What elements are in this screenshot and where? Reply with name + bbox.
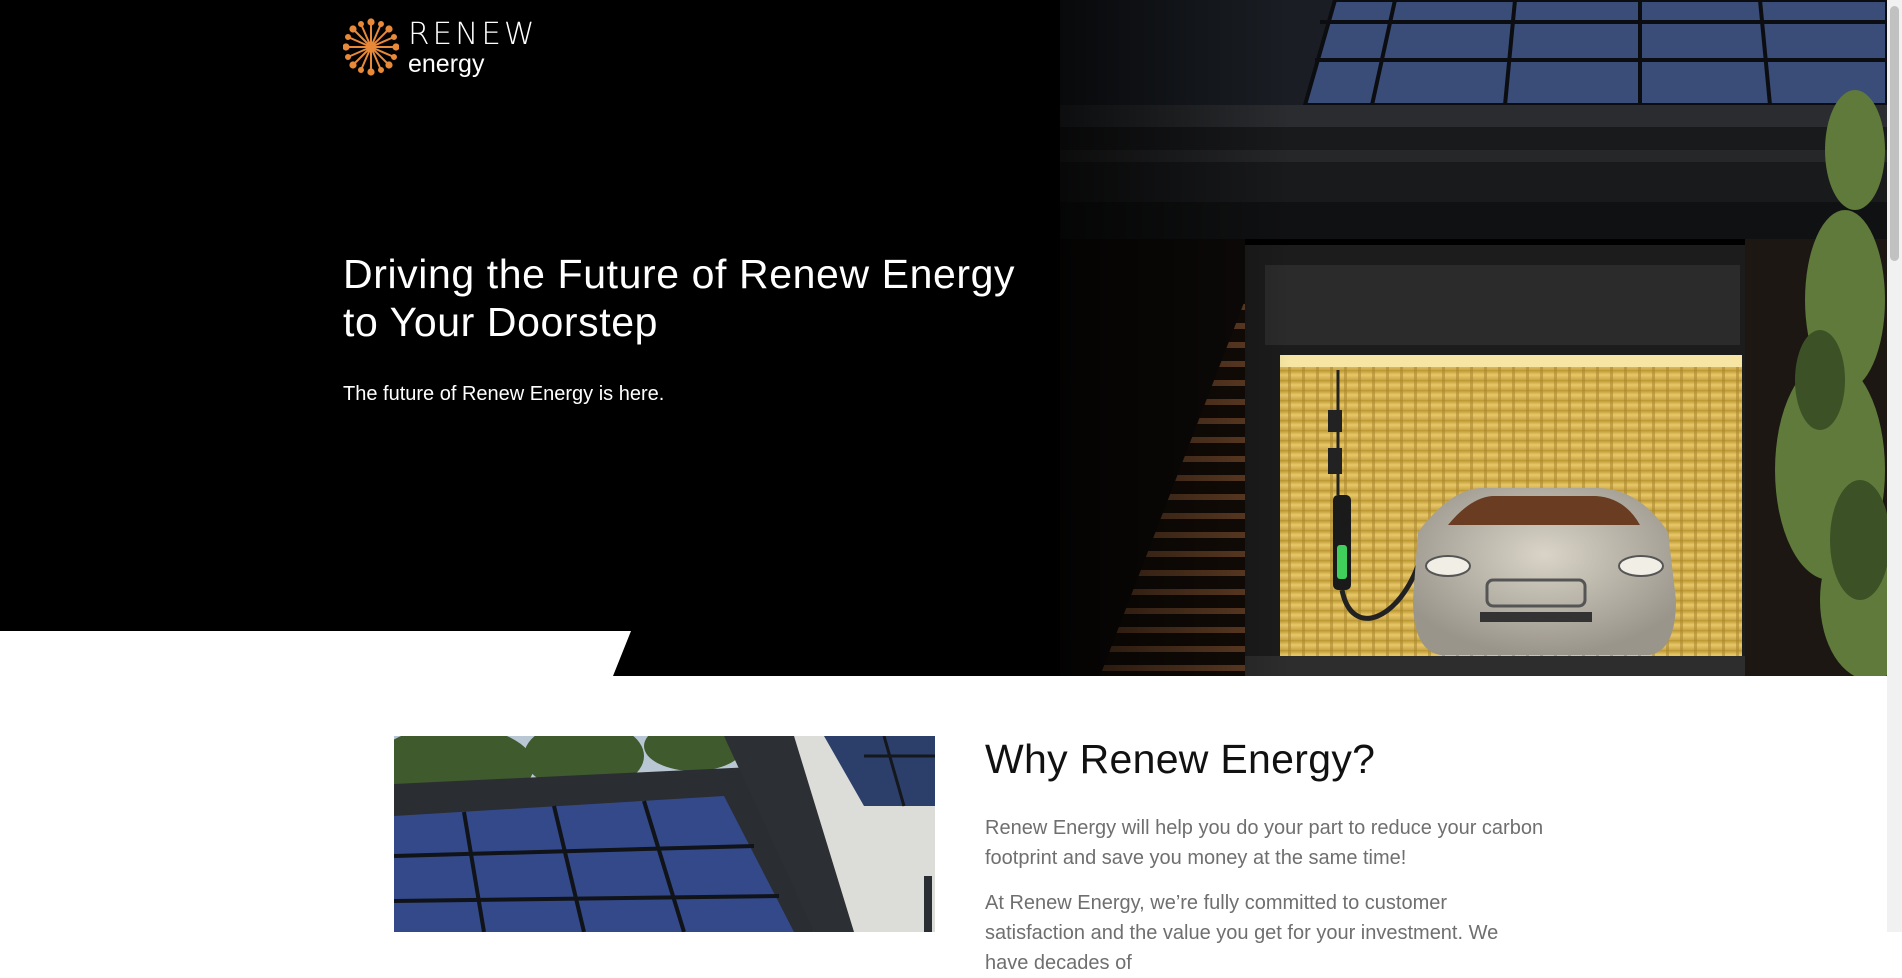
why-paragraph-2: At Renew Energy, we’re fully committed t… (985, 892, 1499, 974)
brand-logo[interactable]: RENEW energy (343, 18, 538, 77)
hero-title: Driving the Future of Renew Energy to Yo… (343, 251, 1016, 345)
hero-subtitle: The future of Renew Energy is here. (343, 383, 665, 405)
hero-section: RENEW energy Driving the Future of Renew… (0, 0, 1887, 676)
scrollbar-thumb[interactable] (1890, 6, 1899, 261)
brand-name: RENEW (408, 16, 538, 52)
page-scrollbar[interactable] (1887, 0, 1902, 932)
why-paragraph-1: Renew Energy will help you do your part … (985, 817, 1544, 869)
brand-subtitle: energy (408, 50, 485, 78)
why-title: Why Renew Energy? (985, 736, 1376, 782)
sunburst-icon (343, 18, 399, 76)
solar-house-image (394, 736, 935, 932)
